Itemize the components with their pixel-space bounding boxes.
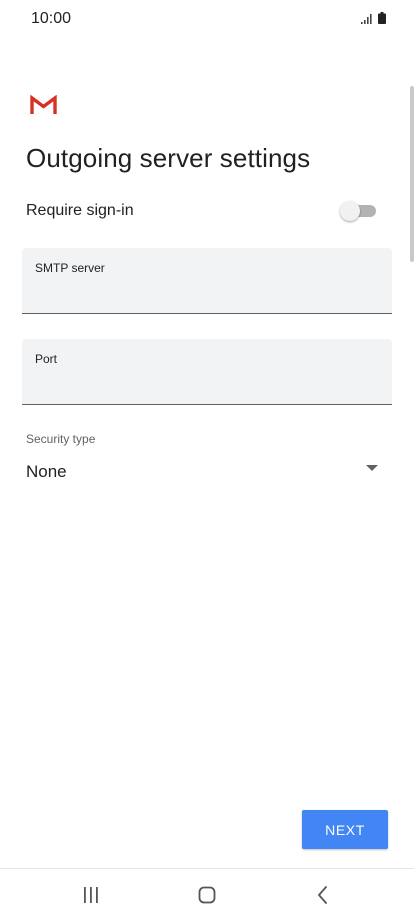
smtp-server-field[interactable]: SMTP server	[22, 248, 392, 314]
scroll-indicator[interactable]	[410, 86, 414, 262]
port-label: Port	[35, 352, 58, 366]
security-type-value: None	[26, 462, 67, 481]
signal-icon	[361, 14, 373, 24]
status-icons	[361, 12, 386, 24]
next-button[interactable]: NEXT	[302, 810, 388, 849]
page-title: Outgoing server settings	[26, 143, 311, 173]
require-signin-toggle[interactable]	[340, 201, 376, 221]
dropdown-arrow-icon	[366, 460, 378, 471]
security-type-label: Security type	[26, 432, 96, 446]
recent-apps-icon[interactable]	[79, 883, 103, 907]
port-input[interactable]	[34, 372, 380, 396]
port-field[interactable]: Port	[22, 339, 392, 405]
navigation-bar	[0, 868, 414, 921]
battery-icon	[378, 12, 386, 24]
toggle-thumb	[340, 201, 360, 221]
security-type-select[interactable]: None	[26, 456, 382, 488]
status-time: 10:00	[31, 10, 72, 27]
back-icon[interactable]	[311, 883, 335, 907]
gmail-logo	[30, 94, 57, 115]
smtp-server-input[interactable]	[34, 281, 380, 305]
smtp-server-label: SMTP server	[35, 261, 105, 275]
require-signin-row[interactable]: Require sign-in	[26, 200, 378, 224]
require-signin-label: Require sign-in	[26, 202, 134, 219]
home-icon[interactable]	[195, 883, 219, 907]
status-bar: 10:00	[0, 0, 414, 40]
